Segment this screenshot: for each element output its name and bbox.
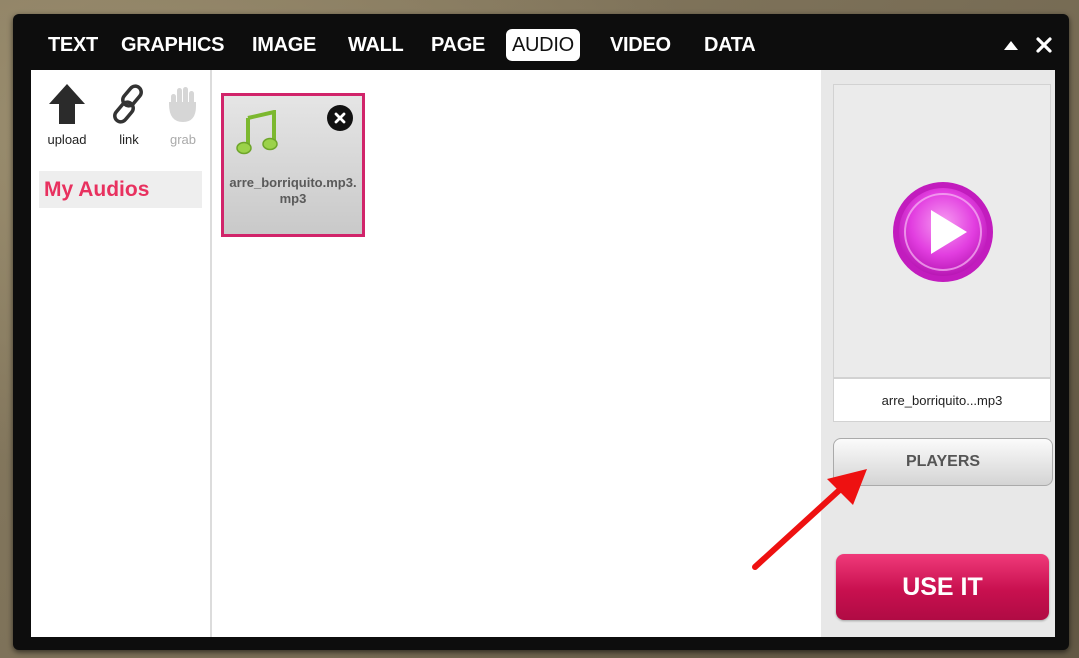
tab-video[interactable]: VIDEO [610,29,671,61]
chain-link-icon [113,84,143,124]
annotation-arrow [752,469,867,570]
hand-icon [169,87,196,122]
audio-file-tile[interactable]: arre_borriquito.mp3.mp3 [221,93,365,237]
music-note-icon [236,110,278,155]
upload-arrow-icon [49,84,85,124]
tab-wall[interactable]: WALL [348,29,404,61]
tab-audio[interactable]: AUDIO [506,29,580,61]
collapse-icon[interactable] [1000,34,1022,56]
file-name: arre_borriquito.mp3.mp3 [229,175,357,206]
grab-label: grab [169,132,197,147]
tab-data[interactable]: DATA [704,29,756,61]
sidebar: upload link grab My Audios [31,70,212,637]
upload-button[interactable]: upload [43,82,91,147]
folder-my-audios[interactable]: My Audios [39,171,202,208]
tab-image[interactable]: IMAGE [252,29,316,61]
tab-page[interactable]: PAGE [431,29,485,61]
tab-graphics[interactable]: GRAPHICS [121,29,224,61]
grab-button[interactable]: grab [159,82,207,147]
tab-bar: TEXT GRAPHICS IMAGE WALL PAGE AUDIO VIDE… [13,14,1069,70]
link-button[interactable]: link [105,82,153,147]
close-icon[interactable] [1033,34,1055,56]
audio-preview [833,84,1051,378]
preview-caption: arre_borriquito...mp3 [833,378,1051,422]
link-label: link [119,132,139,147]
play-icon[interactable] [891,180,995,284]
upload-label: upload [47,132,87,147]
media-dialog: TEXT GRAPHICS IMAGE WALL PAGE AUDIO VIDE… [13,14,1069,650]
remove-file-icon[interactable] [327,105,353,131]
tab-text[interactable]: TEXT [48,29,98,61]
dialog-content: upload link grab My Audios arre_borriqui… [31,70,1055,637]
